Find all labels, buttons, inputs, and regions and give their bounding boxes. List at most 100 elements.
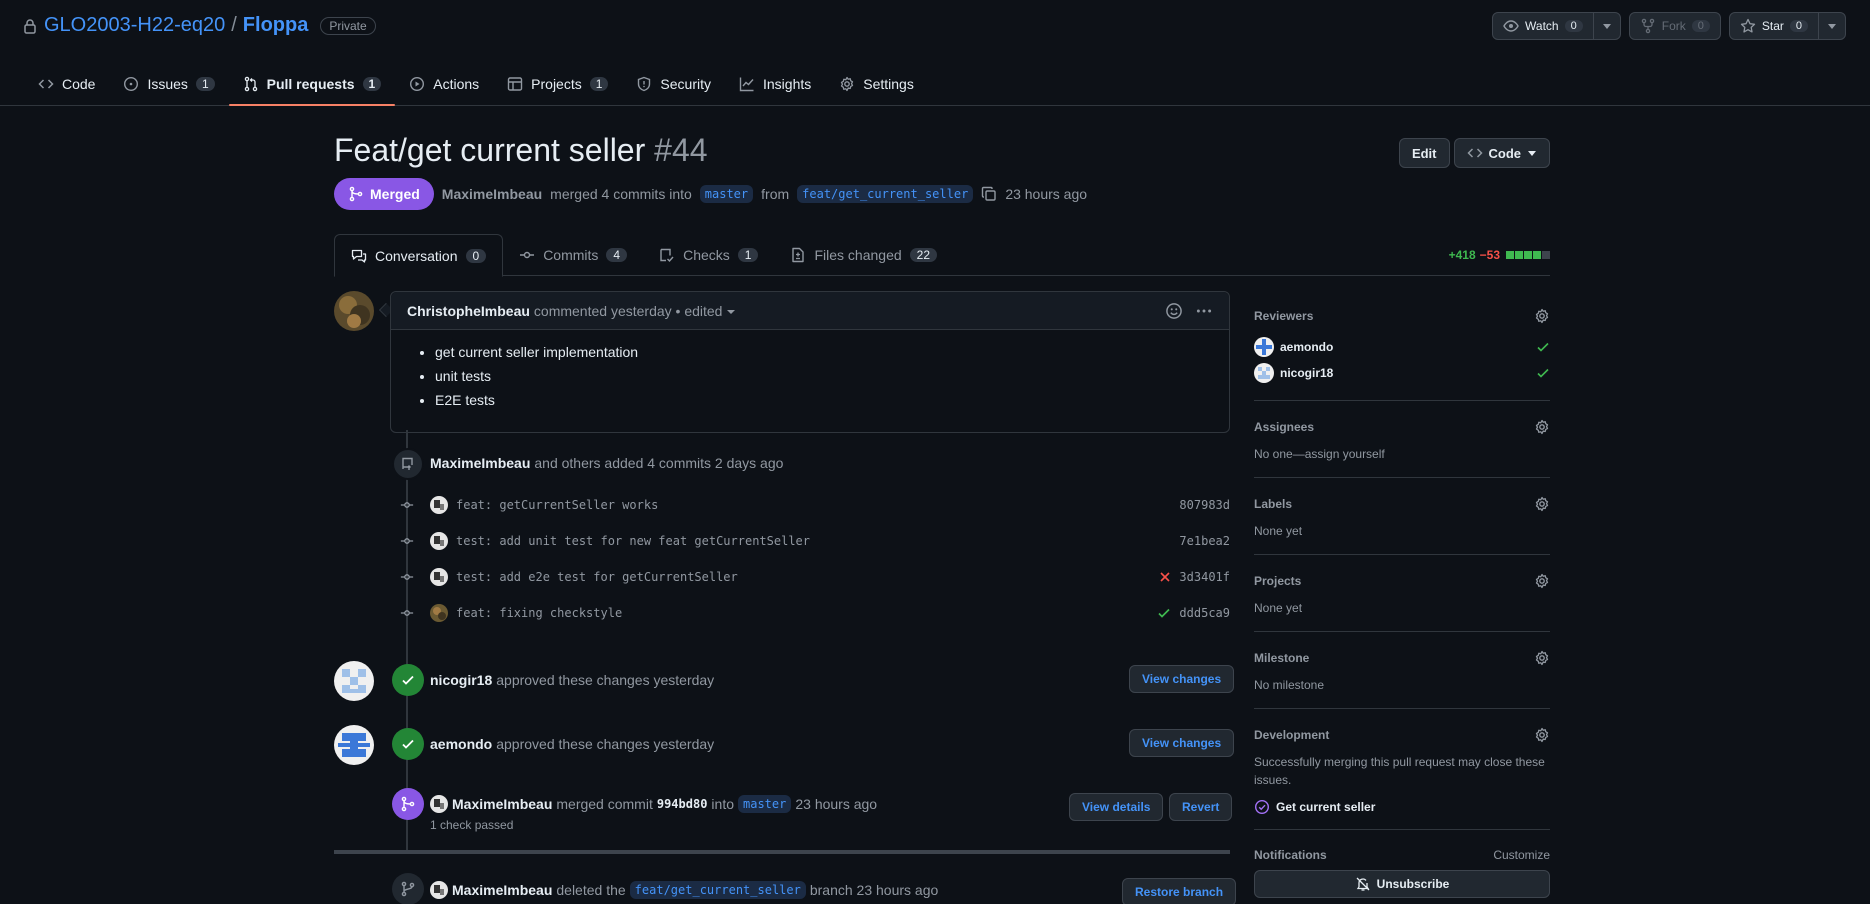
git-commit-icon (398, 534, 416, 548)
review-event: nicogir18 approved these changes yesterd… (430, 672, 714, 688)
customize-link[interactable]: Customize (1493, 848, 1550, 862)
edit-button[interactable]: Edit (1398, 138, 1450, 168)
event-author-link[interactable]: MaximeImbeau (430, 455, 530, 471)
commit-message-link[interactable]: feat: getCurrentSeller works (456, 498, 658, 512)
avatar[interactable] (430, 881, 448, 899)
nav-settings[interactable]: Settings (825, 62, 928, 106)
nav-security[interactable]: Security (622, 62, 725, 106)
star-dropdown[interactable] (1818, 13, 1845, 39)
copy-icon[interactable] (981, 186, 997, 202)
avatar[interactable] (430, 532, 448, 550)
merge-author-link[interactable]: MaximeImbeau (452, 796, 552, 812)
nav-issues[interactable]: Issues 1 (109, 62, 228, 106)
avatar[interactable] (334, 661, 374, 701)
view-changes-button[interactable]: View changes (1129, 729, 1235, 757)
reviewer-name: aemondo (1280, 340, 1334, 354)
linked-issue-link[interactable]: Get current seller (1254, 799, 1550, 815)
avatar[interactable] (430, 496, 448, 514)
merge-branch[interactable]: master (738, 795, 792, 813)
commit-message-link[interactable]: test: add e2e test for getCurrentSeller (456, 570, 738, 584)
merge-commit-sha-link[interactable]: 994bd80 (657, 797, 708, 811)
view-changes-label: View changes (1142, 672, 1222, 686)
fork-button[interactable]: Fork 0 (1628, 12, 1721, 40)
tab-conversation[interactable]: Conversation 0 (334, 234, 504, 277)
gear-icon[interactable] (1534, 650, 1550, 666)
diffstat: +418 −53 (1449, 248, 1550, 262)
watch-button[interactable]: Watch 0 (1492, 12, 1621, 40)
commit-sha-link[interactable]: 3d3401f (1179, 570, 1230, 584)
merged-state-label: Merged (370, 186, 420, 202)
triangle-down-icon[interactable] (726, 306, 736, 316)
comment-meta[interactable]: commented yesterday • edited (534, 303, 723, 319)
head-branch[interactable]: feat/get_current_seller (797, 185, 974, 203)
table-row: feat: fixing checkstyle ddd5ca9 (398, 603, 1230, 623)
unsubscribe-button[interactable]: Unsubscribe (1254, 870, 1550, 898)
event-text: and others added 4 commits 2 days ago (534, 455, 784, 471)
view-changes-label: View changes (1142, 736, 1222, 750)
gear-icon[interactable] (1534, 419, 1550, 435)
repo-owner-link[interactable]: GLO2003-H22-eq20 (44, 14, 225, 37)
tab-files-changed[interactable]: Files changed 22 (774, 234, 953, 276)
assign-yourself-link[interactable]: No one—assign yourself (1254, 445, 1550, 463)
delete-author-link[interactable]: MaximeImbeau (452, 882, 552, 898)
tab-commits[interactable]: Commits 4 (503, 234, 643, 276)
nav-projects[interactable]: Projects 1 (493, 62, 622, 106)
avatar[interactable] (430, 795, 448, 813)
fork-icon (1640, 18, 1656, 34)
x-icon[interactable] (1159, 571, 1171, 583)
kebab-horizontal-icon[interactable] (1195, 302, 1213, 320)
commit-message-link[interactable]: test: add unit test for new feat getCurr… (456, 534, 810, 548)
checks-summary[interactable]: 1 check passed (430, 818, 513, 832)
delete-text: deleted the (556, 882, 626, 898)
gear-icon[interactable] (1534, 496, 1550, 512)
check-icon[interactable] (1157, 606, 1171, 620)
pr-author-link[interactable]: MaximeImbeau (442, 186, 542, 202)
reviewer-link[interactable]: aemondo (430, 736, 492, 752)
edit-label: Edit (1411, 145, 1437, 161)
view-changes-button[interactable]: View changes (1129, 665, 1235, 693)
comment-header: ChristopheImbeau commented yesterday • e… (391, 292, 1229, 330)
watch-dropdown[interactable] (1592, 13, 1620, 39)
base-branch[interactable]: master (699, 185, 754, 203)
development-title: Development (1254, 728, 1330, 742)
commit-sha-link[interactable]: 7e1bea2 (1179, 534, 1230, 548)
reviewer-item[interactable]: aemondo (1254, 334, 1550, 360)
revert-button[interactable]: Revert (1169, 793, 1233, 821)
gear-icon[interactable] (1534, 573, 1550, 589)
diffstat-block (1524, 251, 1532, 259)
restore-branch-button[interactable]: Restore branch (1122, 878, 1237, 904)
nav-code[interactable]: Code (24, 62, 109, 106)
comment-author-link[interactable]: ChristopheImbeau (407, 303, 530, 319)
nav-actions[interactable]: Actions (395, 62, 493, 106)
branch-deleted-badge (392, 873, 424, 904)
nav-insights[interactable]: Insights (725, 62, 825, 106)
view-details-button[interactable]: View details (1069, 793, 1164, 821)
commit-sha-link[interactable]: 807983d (1179, 498, 1230, 512)
projects-value: None yet (1254, 601, 1303, 615)
avatar[interactable] (430, 604, 448, 622)
repo-push-icon (400, 456, 416, 472)
tab-checks[interactable]: Checks 1 (643, 234, 774, 276)
commit-message-link[interactable]: feat: fixing checkstyle (456, 606, 622, 620)
check-icon (400, 736, 416, 752)
code-dropdown-button[interactable]: Code (1453, 138, 1550, 168)
gear-icon (839, 76, 855, 92)
tab-checks-count: 1 (737, 248, 759, 262)
gear-icon[interactable] (1534, 727, 1550, 743)
avatar[interactable] (334, 725, 374, 765)
checks-summary-text: 1 check passed (430, 818, 514, 832)
avatar[interactable] (334, 291, 374, 331)
reviewer-item[interactable]: nicogir18 (1254, 360, 1550, 386)
commit-sha-link[interactable]: ddd5ca9 (1179, 606, 1230, 620)
repo-name-link[interactable]: Floppa (243, 14, 309, 37)
gear-icon[interactable] (1534, 308, 1550, 324)
nav-pull-requests[interactable]: Pull requests 1 (228, 62, 396, 106)
smiley-icon[interactable] (1165, 302, 1183, 320)
reviewer-link[interactable]: nicogir18 (430, 672, 492, 688)
git-commit-icon (519, 247, 535, 263)
star-button[interactable]: Star 0 (1728, 12, 1846, 40)
pr-title-text: Feat/get current seller (334, 132, 646, 168)
commit-sha-cell: 3d3401f (1159, 570, 1230, 584)
milestone-value: No milestone (1254, 678, 1325, 692)
avatar[interactable] (430, 568, 448, 586)
